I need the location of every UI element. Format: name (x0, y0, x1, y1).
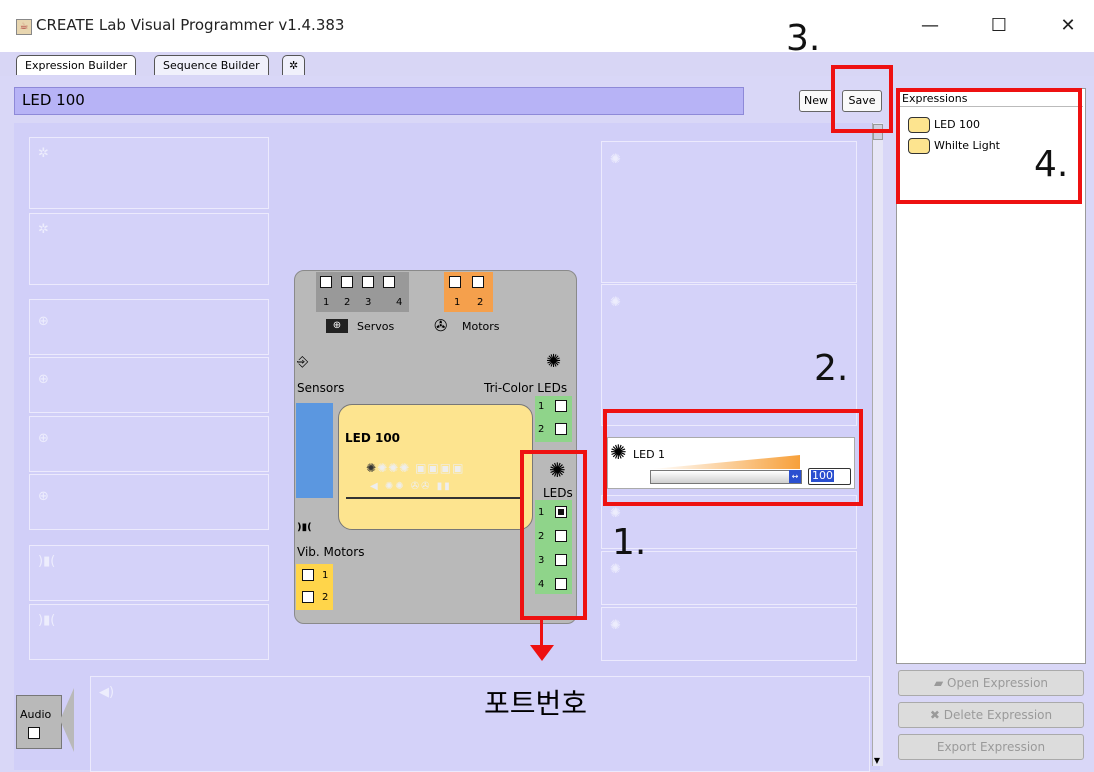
folder-icon: ▰ (933, 676, 948, 690)
servo-slot-icon: ⊕ (38, 372, 49, 387)
audio-label: Audio (20, 708, 52, 721)
tricolor-slot-icon: ✲ (38, 146, 49, 161)
tricolor-slot[interactable]: ✲ (29, 137, 269, 209)
annotation-box-2 (603, 409, 863, 506)
audio-device (16, 695, 62, 749)
open-expression-label: Open Expression (947, 676, 1049, 690)
app-icon: ☕ (16, 19, 32, 35)
servo-slot-icon: ⊕ (38, 489, 49, 504)
servo-port-1-checkbox[interactable] (320, 276, 332, 288)
annotation-3: 3. (786, 18, 821, 59)
motor-port-number: 2 (477, 297, 484, 308)
tricolor-port-number: 1 (538, 401, 545, 412)
canvas-scrollbar[interactable] (872, 123, 883, 766)
led-slot-icon: ✺ (610, 562, 621, 577)
servo-port-3-checkbox[interactable] (362, 276, 374, 288)
vib-motors-label: Vib. Motors (297, 545, 365, 559)
annotation-4: 4. (1034, 144, 1069, 185)
servo-icon: ⊕ (326, 319, 348, 333)
servo-port-4-checkbox[interactable] (383, 276, 395, 288)
tab-sequence-builder[interactable]: Sequence Builder (154, 55, 269, 75)
vib-port-2-checkbox[interactable] (302, 591, 314, 603)
servo-port-2-checkbox[interactable] (341, 276, 353, 288)
servo-slot-icon: ⊕ (38, 431, 49, 446)
minimize-button[interactable]: — (907, 8, 953, 44)
speaker-cone-icon (60, 688, 74, 752)
servo-port-number: 1 (323, 297, 330, 308)
vib-slot-icon: )▮( (38, 613, 56, 628)
sensor-icon: ⎆ (297, 354, 309, 370)
tab-settings-gear-icon[interactable]: ✲ (282, 55, 306, 75)
port-number-caption: 포트번호 (484, 687, 588, 720)
arrow-down-icon (530, 645, 554, 661)
vib-motor-icon: )▮( (297, 522, 312, 533)
new-button[interactable]: New (799, 90, 833, 112)
led-slot-icon: ✺ (610, 618, 621, 633)
scroll-down-icon[interactable]: ▼ (873, 756, 881, 766)
tricolor-port-number: 2 (538, 424, 545, 435)
tricolor-port-2-checkbox[interactable] (555, 423, 567, 435)
vib-motor-slot[interactable]: )▮( (29, 604, 269, 660)
servo-slot[interactable]: ⊕ (29, 416, 269, 472)
delete-expression-button[interactable]: ✖ Delete Expression (898, 702, 1084, 728)
annotation-box-1 (520, 450, 587, 620)
window-title: CREATE Lab Visual Programmer v1.4.383 (36, 16, 345, 34)
led-slot-icon: ✺ (610, 506, 621, 521)
card-led-icons: ✺✺✺✺ ▣▣▣▣ (366, 461, 465, 475)
expression-name-text: LED 100 (22, 91, 85, 109)
servo-slot[interactable]: ⊕ (29, 299, 269, 355)
delete-expression-label: Delete Expression (943, 708, 1053, 722)
vib-slot-icon: )▮( (38, 554, 56, 569)
card-divider (346, 497, 524, 499)
annotation-box-3 (831, 65, 893, 133)
led-slot-icon: ✺ (610, 152, 621, 167)
annotation-1: 1. (612, 522, 647, 563)
maximize-button[interactable]: ☐ (976, 8, 1022, 44)
led-slot[interactable]: ✺ (601, 141, 857, 283)
vib-port-number: 1 (322, 570, 329, 581)
servo-port-number: 4 (396, 297, 403, 308)
vib-port-number: 2 (322, 592, 329, 603)
card-component-icons: ◀ ✺✺ ✇✇ ▮▮ (370, 481, 452, 492)
sensor-port-block (296, 403, 333, 498)
motor-port-2-checkbox[interactable] (472, 276, 484, 288)
tricolor-port-1-checkbox[interactable] (555, 400, 567, 412)
audio-slot[interactable]: ◀) (90, 676, 870, 772)
servo-port-number: 2 (344, 297, 351, 308)
close-button[interactable]: ✕ (1045, 8, 1091, 44)
tricolor-led-icon: ✺ (546, 351, 562, 372)
audio-checkbox[interactable] (28, 727, 40, 739)
annotation-arrow-shaft (540, 620, 543, 648)
servo-slot[interactable]: ⊕ (29, 357, 269, 413)
tricolor-slot[interactable]: ✲ (29, 213, 269, 285)
led-slot[interactable]: ✺ (601, 607, 857, 661)
speaker-icon: ◀) (99, 685, 115, 700)
tab-expression-builder[interactable]: Expression Builder (16, 55, 137, 75)
servo-slot-icon: ⊕ (38, 314, 49, 329)
motor-port-number: 1 (454, 297, 461, 308)
servo-port-number: 3 (365, 297, 372, 308)
tricolor-leds-label: Tri-Color LEDs (484, 381, 568, 395)
open-expression-button[interactable]: ▰ Open Expression (898, 670, 1084, 696)
motor-port-1-checkbox[interactable] (449, 276, 461, 288)
motors-label: Motors (462, 320, 500, 333)
vib-port-1-checkbox[interactable] (302, 569, 314, 581)
sensors-label: Sensors (297, 381, 345, 395)
expression-name-field[interactable] (14, 87, 744, 115)
tricolor-slot-icon: ✲ (38, 222, 49, 237)
led-slot-icon: ✺ (610, 295, 621, 310)
export-expression-button[interactable]: Export Expression (898, 734, 1084, 760)
servos-label: Servos (357, 320, 395, 333)
delete-icon: ✖ (929, 708, 944, 722)
motor-icon: ✇ (434, 316, 448, 335)
expression-card-title: LED 100 (345, 431, 401, 445)
servo-slot[interactable]: ⊕ (29, 474, 269, 530)
vib-motor-slot[interactable]: )▮( (29, 545, 269, 601)
annotation-2: 2. (814, 348, 849, 389)
